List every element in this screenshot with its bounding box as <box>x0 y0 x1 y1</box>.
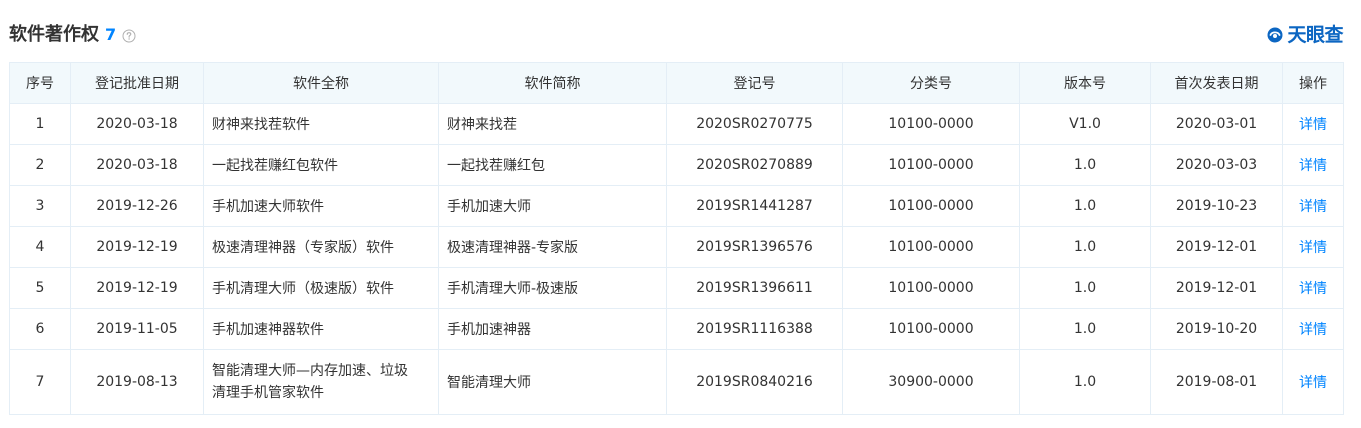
cell-no: 6 <box>9 308 71 350</box>
cell-class-no: 10100-0000 <box>842 308 1020 350</box>
cell-class-no: 10100-0000 <box>842 185 1020 227</box>
cell-no: 4 <box>9 226 71 268</box>
column-header-short-name: 软件简称 <box>438 62 667 104</box>
cell-action: 详情 <box>1282 144 1344 186</box>
cell-action: 详情 <box>1282 308 1344 350</box>
cell-class-no: 10100-0000 <box>842 267 1020 309</box>
section-title-group: 软件著作权 7 <box>9 22 136 48</box>
details-link[interactable]: 详情 <box>1299 117 1327 133</box>
cell-action: 详情 <box>1282 349 1344 415</box>
table-row: 3 2019-12-26 手机加速大师软件 手机加速大师 2019SR14412… <box>9 185 1344 227</box>
cell-full-name: 智能清理大师—内存加速、垃圾 清理手机管家软件 <box>203 349 439 415</box>
details-link[interactable]: 详情 <box>1299 240 1327 256</box>
full-name-line: 智能清理大师—内存加速、垃圾 <box>212 363 408 379</box>
cell-short-name: 一起找茬赚红包 <box>438 144 667 186</box>
cell-version: 1.0 <box>1019 267 1151 309</box>
cell-publish-date: 2019-12-01 <box>1150 267 1283 309</box>
cell-no: 7 <box>9 349 71 415</box>
cell-full-name: 财神来找茬软件 <box>203 103 439 145</box>
details-link[interactable]: 详情 <box>1299 199 1327 215</box>
cell-version: 1.0 <box>1019 144 1151 186</box>
cell-approval-date: 2019-12-19 <box>70 267 204 309</box>
brand-logo: 天眼查 <box>1266 22 1343 48</box>
table-row: 7 2019-08-13 智能清理大师—内存加速、垃圾 清理手机管家软件 智能清… <box>9 349 1344 415</box>
cell-no: 5 <box>9 267 71 309</box>
cell-reg-no: 2020SR0270775 <box>666 103 843 145</box>
column-header-full-name: 软件全称 <box>203 62 439 104</box>
cell-full-name: 一起找茬赚红包软件 <box>203 144 439 186</box>
cell-publish-date: 2019-10-23 <box>1150 185 1283 227</box>
cell-approval-date: 2019-11-05 <box>70 308 204 350</box>
column-header-action: 操作 <box>1282 62 1344 104</box>
table-header-row: 序号 登记批准日期 软件全称 软件简称 登记号 分类号 版本号 首次发表日期 操… <box>9 62 1344 104</box>
cell-publish-date: 2020-03-03 <box>1150 144 1283 186</box>
table-row: 4 2019-12-19 极速清理神器（专家版）软件 极速清理神器-专家版 20… <box>9 226 1344 268</box>
tianyancha-logo-icon <box>1266 26 1284 44</box>
table-row: 1 2020-03-18 财神来找茬软件 财神来找茬 2020SR0270775… <box>9 103 1344 145</box>
cell-reg-no: 2020SR0270889 <box>666 144 843 186</box>
cell-reg-no: 2019SR0840216 <box>666 349 843 415</box>
cell-full-name: 手机加速神器软件 <box>203 308 439 350</box>
cell-action: 详情 <box>1282 267 1344 309</box>
details-link[interactable]: 详情 <box>1299 322 1327 338</box>
cell-short-name: 智能清理大师 <box>438 349 667 415</box>
cell-reg-no: 2019SR1441287 <box>666 185 843 227</box>
cell-approval-date: 2019-12-26 <box>70 185 204 227</box>
cell-full-name: 手机清理大师（极速版）软件 <box>203 267 439 309</box>
cell-version: 1.0 <box>1019 226 1151 268</box>
cell-version: 1.0 <box>1019 185 1151 227</box>
cell-class-no: 10100-0000 <box>842 226 1020 268</box>
cell-publish-date: 2020-03-01 <box>1150 103 1283 145</box>
cell-reg-no: 2019SR1116388 <box>666 308 843 350</box>
column-header-approval-date: 登记批准日期 <box>70 62 204 104</box>
cell-approval-date: 2020-03-18 <box>70 144 204 186</box>
column-header-reg-no: 登记号 <box>666 62 843 104</box>
cell-approval-date: 2019-12-19 <box>70 226 204 268</box>
question-circle-icon[interactable] <box>122 28 136 43</box>
cell-full-name: 极速清理神器（专家版）软件 <box>203 226 439 268</box>
brand-name: 天眼查 <box>1287 24 1343 46</box>
cell-action: 详情 <box>1282 226 1344 268</box>
cell-approval-date: 2019-08-13 <box>70 349 204 415</box>
column-header-no: 序号 <box>9 62 71 104</box>
cell-class-no: 30900-0000 <box>842 349 1020 415</box>
cell-no: 3 <box>9 185 71 227</box>
column-header-publish-date: 首次发表日期 <box>1150 62 1283 104</box>
details-link[interactable]: 详情 <box>1299 158 1327 174</box>
table-row: 6 2019-11-05 手机加速神器软件 手机加速神器 2019SR11163… <box>9 308 1344 350</box>
cell-approval-date: 2020-03-18 <box>70 103 204 145</box>
cell-short-name: 手机加速神器 <box>438 308 667 350</box>
column-header-version: 版本号 <box>1019 62 1151 104</box>
table-row: 2 2020-03-18 一起找茬赚红包软件 一起找茬赚红包 2020SR027… <box>9 144 1344 186</box>
section-header: 软件著作权 7 天眼查 <box>0 0 1361 62</box>
cell-short-name: 极速清理神器-专家版 <box>438 226 667 268</box>
cell-version: 1.0 <box>1019 308 1151 350</box>
cell-publish-date: 2019-10-20 <box>1150 308 1283 350</box>
cell-full-name: 手机加速大师软件 <box>203 185 439 227</box>
cell-action: 详情 <box>1282 185 1344 227</box>
section-title: 软件著作权 <box>9 24 99 45</box>
cell-publish-date: 2019-12-01 <box>1150 226 1283 268</box>
cell-no: 2 <box>9 144 71 186</box>
cell-class-no: 10100-0000 <box>842 103 1020 145</box>
details-link[interactable]: 详情 <box>1299 281 1327 297</box>
cell-short-name: 手机加速大师 <box>438 185 667 227</box>
cell-reg-no: 2019SR1396576 <box>666 226 843 268</box>
cell-reg-no: 2019SR1396611 <box>666 267 843 309</box>
full-name-line: 清理手机管家软件 <box>212 385 324 401</box>
cell-no: 1 <box>9 103 71 145</box>
result-count: 7 <box>105 25 117 44</box>
cell-class-no: 10100-0000 <box>842 144 1020 186</box>
cell-version: V1.0 <box>1019 103 1151 145</box>
cell-publish-date: 2019-08-01 <box>1150 349 1283 415</box>
cell-version: 1.0 <box>1019 349 1151 415</box>
cell-action: 详情 <box>1282 103 1344 145</box>
cell-short-name: 手机清理大师-极速版 <box>438 267 667 309</box>
table-row: 5 2019-12-19 手机清理大师（极速版）软件 手机清理大师-极速版 20… <box>9 267 1344 309</box>
cell-short-name: 财神来找茬 <box>438 103 667 145</box>
column-header-class-no: 分类号 <box>842 62 1020 104</box>
software-copyright-table: 序号 登记批准日期 软件全称 软件简称 登记号 分类号 版本号 首次发表日期 操… <box>9 62 1344 415</box>
details-link[interactable]: 详情 <box>1299 375 1327 391</box>
